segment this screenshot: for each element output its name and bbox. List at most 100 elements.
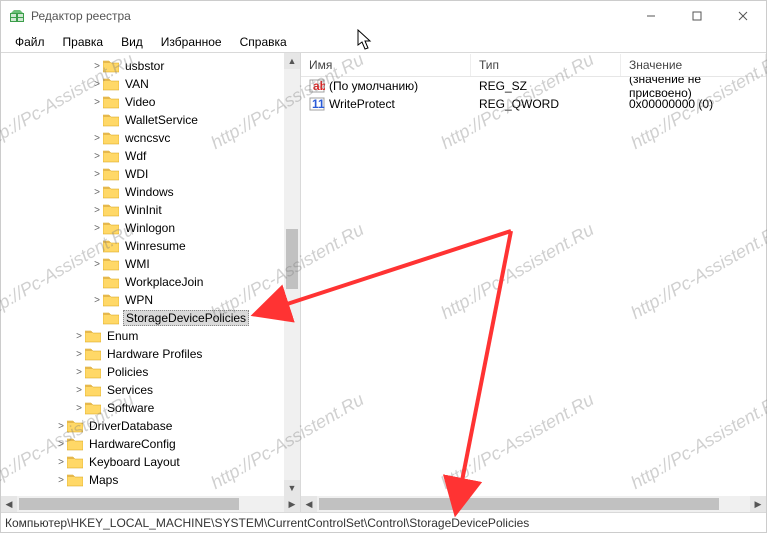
scroll-left-icon[interactable]: ◀	[1, 496, 17, 512]
list-row[interactable]: 110WriteProtectREG_QWORD0x00000000 (0)	[301, 95, 766, 113]
tree-item[interactable]: > Services	[1, 381, 300, 399]
expand-icon[interactable]: >	[73, 349, 85, 360]
value-type: REG_QWORD	[471, 97, 621, 111]
folder-icon	[103, 293, 119, 307]
titlebar: Редактор реестра	[1, 1, 766, 31]
tree-item-label: WalletService	[123, 113, 200, 127]
tree-horizontal-scrollbar[interactable]: ◀ ▶	[1, 496, 300, 512]
tree-item[interactable]: >Software	[1, 399, 300, 417]
folder-icon	[67, 437, 83, 451]
expand-icon[interactable]: >	[55, 457, 67, 468]
tree-scroll-area: >usbstor>VAN>VideoWalletService>wcncsvc>…	[1, 53, 300, 496]
tree-item[interactable]: >HardwareConfig	[1, 435, 300, 453]
tree-item[interactable]: > DriverDatabase	[1, 417, 300, 435]
value-name: (По умолчанию)	[329, 79, 418, 93]
tree-item[interactable]: >Policies	[1, 363, 300, 381]
list-body[interactable]: ab(По умолчанию)REG_SZ(значение не присв…	[301, 77, 766, 496]
tree-item-label: Winlogon	[123, 221, 177, 235]
column-header-name[interactable]: Имя	[301, 54, 471, 76]
folder-icon	[85, 383, 101, 397]
binary-value-icon: 110	[309, 96, 325, 112]
expand-icon[interactable]: >	[55, 421, 67, 432]
tree-item[interactable]: > WMI	[1, 255, 300, 273]
folder-icon	[103, 167, 119, 181]
tree[interactable]: >usbstor>VAN>VideoWalletService>wcncsvc>…	[1, 53, 300, 493]
maximize-button[interactable]	[674, 1, 720, 31]
tree-item-label: Services	[105, 383, 155, 397]
menu-file[interactable]: Файл	[7, 33, 53, 51]
expand-icon[interactable]: >	[91, 295, 103, 306]
tree-item[interactable]: >WDI	[1, 165, 300, 183]
expand-icon[interactable]: >	[91, 259, 103, 270]
expand-icon[interactable]: >	[55, 475, 67, 486]
folder-icon	[103, 311, 119, 325]
tree-item[interactable]: >Enum	[1, 327, 300, 345]
scroll-down-icon[interactable]: ▼	[284, 480, 300, 496]
tree-item[interactable]: Winresume	[1, 237, 300, 255]
expand-icon[interactable]: >	[73, 403, 85, 414]
tree-item[interactable]: StorageDevicePolicies	[1, 309, 300, 327]
expand-icon[interactable]: >	[73, 331, 85, 342]
expand-icon[interactable]: >	[91, 187, 103, 198]
tree-item-label: DriverDatabase	[87, 419, 174, 433]
folder-icon	[85, 401, 101, 415]
tree-item[interactable]: >VAN	[1, 75, 300, 93]
tree-item[interactable]: >Keyboard Layout	[1, 453, 300, 471]
tree-item[interactable]: >Wdf	[1, 147, 300, 165]
menu-help[interactable]: Справка	[232, 33, 295, 51]
tree-pane: >usbstor>VAN>VideoWalletService>wcncsvc>…	[1, 53, 301, 512]
window: Редактор реестра Файл Правка Вид Избранн…	[0, 0, 767, 533]
folder-icon	[85, 329, 101, 343]
expand-icon[interactable]: >	[73, 385, 85, 396]
folder-icon	[67, 473, 83, 487]
content: >usbstor>VAN>VideoWalletService>wcncsvc>…	[1, 53, 766, 512]
folder-icon	[103, 275, 119, 289]
scroll-right-icon[interactable]: ▶	[284, 496, 300, 512]
expand-icon[interactable]: >	[91, 97, 103, 108]
svg-text:110: 110	[312, 97, 325, 111]
scroll-right-icon[interactable]: ▶	[750, 496, 766, 512]
folder-icon	[103, 203, 119, 217]
tree-item[interactable]: >WPN	[1, 291, 300, 309]
tree-item[interactable]: WorkplaceJoin	[1, 273, 300, 291]
tree-item[interactable]: >Maps	[1, 471, 300, 489]
menu-view[interactable]: Вид	[113, 33, 151, 51]
expand-icon[interactable]: >	[91, 169, 103, 180]
menu-edit[interactable]: Правка	[55, 33, 112, 51]
value-type: REG_SZ	[471, 79, 621, 93]
folder-icon	[103, 131, 119, 145]
tree-item-label: WMI	[123, 257, 152, 271]
menu-favorites[interactable]: Избранное	[153, 33, 230, 51]
list-row[interactable]: ab(По умолчанию)REG_SZ(значение не присв…	[301, 77, 766, 95]
tree-item[interactable]: WalletService	[1, 111, 300, 129]
expand-icon[interactable]: >	[91, 133, 103, 144]
list-horizontal-scrollbar[interactable]: ◀ ▶	[301, 496, 766, 512]
expand-icon[interactable]: >	[91, 79, 103, 90]
expand-icon[interactable]: >	[91, 61, 103, 72]
tree-item-label: Windows	[123, 185, 176, 199]
tree-item[interactable]: >WinInit	[1, 201, 300, 219]
column-header-value[interactable]: Значение	[621, 54, 766, 76]
close-button[interactable]	[720, 1, 766, 31]
tree-item[interactable]: >Video	[1, 93, 300, 111]
expand-icon[interactable]: >	[91, 151, 103, 162]
expand-icon[interactable]: >	[91, 223, 103, 234]
svg-text:ab: ab	[313, 79, 325, 93]
status-path: Компьютер\HKEY_LOCAL_MACHINE\SYSTEM\Curr…	[5, 516, 529, 530]
tree-item[interactable]: > wcncsvc	[1, 129, 300, 147]
tree-item[interactable]: >usbstor	[1, 57, 300, 75]
tree-item[interactable]: >Hardware Profiles	[1, 345, 300, 363]
tree-item[interactable]: > Winlogon	[1, 219, 300, 237]
expand-icon[interactable]: >	[73, 367, 85, 378]
tree-item[interactable]: > Windows	[1, 183, 300, 201]
scroll-up-icon[interactable]: ▲	[284, 53, 300, 69]
folder-icon	[103, 113, 119, 127]
tree-vertical-scrollbar[interactable]: ▲ ▼	[284, 53, 300, 496]
expand-icon[interactable]: >	[55, 439, 67, 450]
list-header: Имя Тип Значение	[301, 53, 766, 77]
expand-icon[interactable]: >	[91, 205, 103, 216]
minimize-button[interactable]	[628, 1, 674, 31]
column-header-type[interactable]: Тип	[471, 54, 621, 76]
scroll-left-icon[interactable]: ◀	[301, 496, 317, 512]
tree-item-label: wcncsvc	[123, 131, 172, 145]
